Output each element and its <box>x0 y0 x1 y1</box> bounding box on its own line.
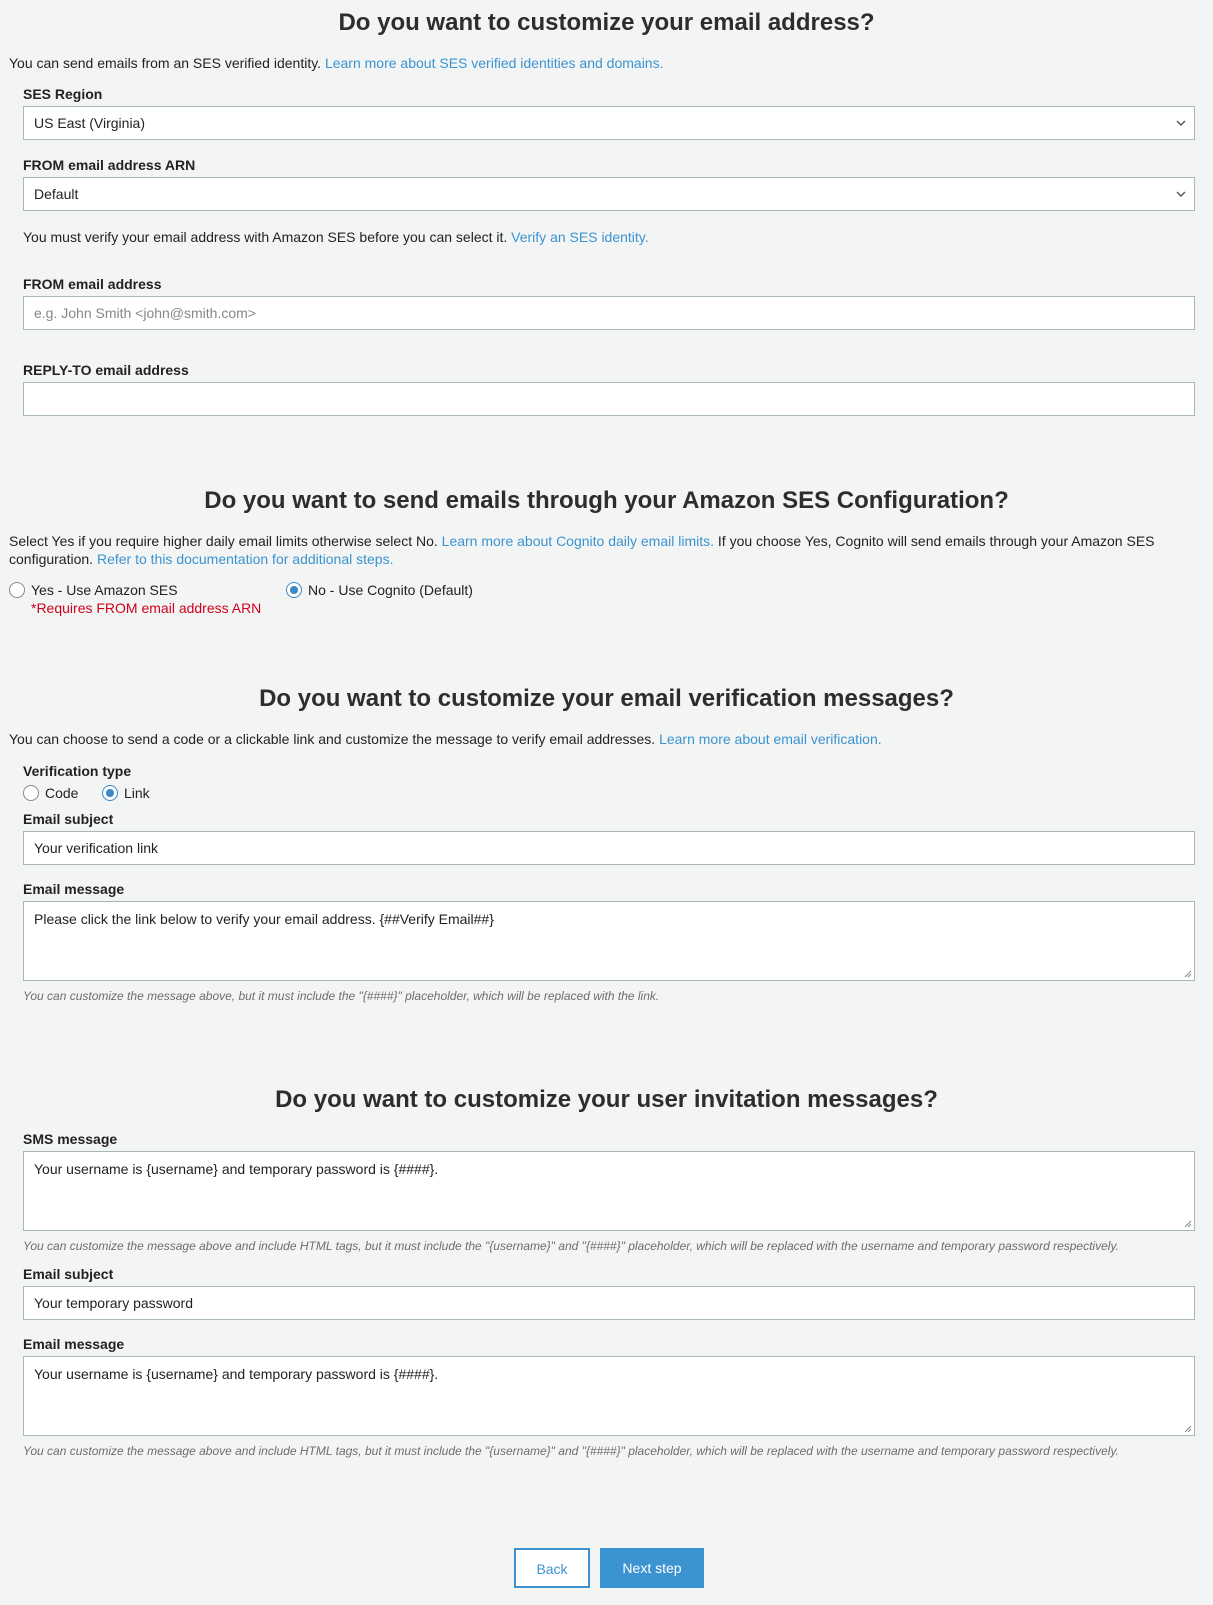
invitation-message-text: Your username is {username} and temporar… <box>34 1366 439 1382</box>
verification-message-label: Email message <box>23 881 125 897</box>
sms-message-label: SMS message <box>23 1131 118 1147</box>
reply-to-input[interactable] <box>23 382 1195 416</box>
ses-yes-label[interactable]: Yes - Use Amazon SES <box>31 581 178 599</box>
ses-no-radio[interactable] <box>286 582 302 598</box>
invitation-subject-label: Email subject <box>23 1266 114 1282</box>
verification-subject-input[interactable]: Your verification link <box>23 831 1195 865</box>
sms-message-text: Your username is {username} and temporar… <box>34 1161 439 1177</box>
verification-code-radio[interactable] <box>23 785 39 801</box>
ses-yes-radio[interactable] <box>9 582 25 598</box>
resize-grip-icon[interactable] <box>1182 1423 1192 1433</box>
section-email-address-desc: You can send emails from an SES verified… <box>9 54 663 72</box>
section-invitation-title: Do you want to customize your user invit… <box>275 1086 938 1113</box>
resize-grip-icon[interactable] <box>1182 1218 1192 1228</box>
desc-text: You can send emails from an SES verified… <box>9 55 322 71</box>
section-ses-config-title: Do you want to send emails through your … <box>204 487 1009 514</box>
verification-subject-label: Email subject <box>23 811 114 827</box>
chevron-down-icon <box>1176 191 1186 197</box>
section-ses-config-desc: Select Yes if you require higher daily e… <box>9 532 1189 568</box>
verification-link-label[interactable]: Link <box>124 784 150 802</box>
ses-region-value: US East (Virginia) <box>34 115 146 131</box>
invitation-message-label: Email message <box>23 1336 125 1352</box>
verification-message-textarea[interactable]: Please click the link below to verify yo… <box>23 901 1195 981</box>
from-arn-select[interactable]: Default <box>23 177 1195 211</box>
from-email-label: FROM email address <box>23 276 162 292</box>
desc-text: You can choose to send a code or a click… <box>9 731 656 747</box>
sms-message-textarea[interactable]: Your username is {username} and temporar… <box>23 1151 1195 1231</box>
additional-steps-link[interactable]: Refer to this documentation for addition… <box>97 551 394 567</box>
verification-link-radio[interactable] <box>102 785 118 801</box>
ses-no-label[interactable]: No - Use Cognito (Default) <box>308 581 473 599</box>
back-button[interactable]: Back <box>514 1548 590 1588</box>
invitation-message-hint: You can customize the message above and … <box>23 1444 1119 1458</box>
email-verification-link[interactable]: Learn more about email verification. <box>659 731 882 747</box>
chevron-down-icon <box>1176 120 1186 126</box>
resize-grip-icon[interactable] <box>1182 968 1192 978</box>
verification-message-text: Please click the link below to verify yo… <box>34 911 494 927</box>
section-verification-title: Do you want to customize your email veri… <box>259 685 954 712</box>
verify-note-text: You must verify your email address with … <box>23 229 508 245</box>
sms-message-hint: You can customize the message above and … <box>23 1239 1119 1253</box>
page: Do you want to customize your email addr… <box>0 0 1213 1605</box>
verify-note: You must verify your email address with … <box>23 228 649 246</box>
next-step-button[interactable]: Next step <box>600 1548 704 1588</box>
cognito-limits-link[interactable]: Learn more about Cognito daily email lim… <box>442 533 714 549</box>
verification-type-label: Verification type <box>23 763 132 779</box>
desc-text: Select Yes if you require higher daily e… <box>9 533 438 549</box>
section-verification-desc: You can choose to send a code or a click… <box>9 730 882 748</box>
section-email-address-title: Do you want to customize your email addr… <box>338 9 875 36</box>
ses-yes-requirement: *Requires FROM email address ARN <box>31 600 262 616</box>
verification-message-hint: You can customize the message above, but… <box>23 989 660 1003</box>
ses-region-label: SES Region <box>23 86 103 102</box>
verification-code-label[interactable]: Code <box>45 784 78 802</box>
invitation-message-textarea[interactable]: Your username is {username} and temporar… <box>23 1356 1195 1436</box>
ses-region-select[interactable]: US East (Virginia) <box>23 106 1195 140</box>
verify-ses-identity-link[interactable]: Verify an SES identity. <box>511 229 648 245</box>
reply-to-label: REPLY-TO email address <box>23 362 189 378</box>
from-email-input[interactable]: e.g. John Smith <john@smith.com> <box>23 296 1195 330</box>
invitation-subject-input[interactable]: Your temporary password <box>23 1286 1195 1320</box>
from-arn-label: FROM email address ARN <box>23 157 196 173</box>
ses-identities-link[interactable]: Learn more about SES verified identities… <box>325 55 664 71</box>
from-arn-value: Default <box>34 186 79 202</box>
